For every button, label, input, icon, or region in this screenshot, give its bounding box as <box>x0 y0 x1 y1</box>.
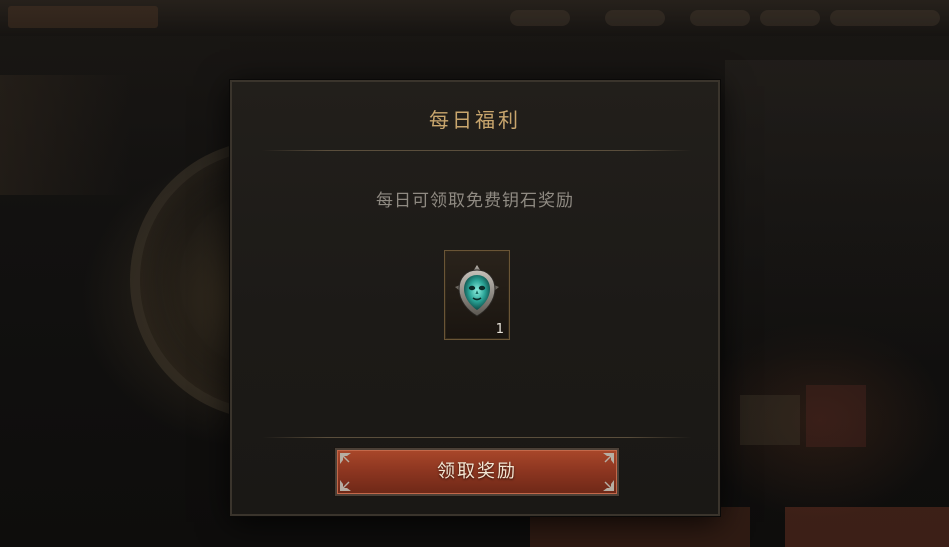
background-resource <box>760 10 820 26</box>
background-top-left-panel <box>8 6 158 28</box>
background-button <box>785 507 949 547</box>
background-right-panel <box>725 60 949 360</box>
background-resource <box>830 10 940 26</box>
background-resource <box>605 10 665 26</box>
game-screen: 每日福利 每日可领取免费钥石奖励 1 领取奖励 <box>0 0 949 547</box>
keystone-mask-icon <box>455 265 499 317</box>
title-divider <box>262 150 692 151</box>
footer-divider <box>262 437 692 438</box>
background-button <box>806 385 866 447</box>
background-left-panel <box>0 75 130 195</box>
dialog-description: 每日可领取免费钥石奖励 <box>376 191 574 211</box>
background-resource <box>690 10 750 26</box>
reward-item-slot[interactable]: 1 <box>444 250 510 340</box>
background-button <box>740 395 800 445</box>
claim-reward-button[interactable]: 领取奖励 <box>335 448 619 496</box>
background-resource <box>510 10 570 26</box>
claim-button-label: 领取奖励 <box>437 461 517 482</box>
daily-reward-dialog: 每日福利 每日可领取免费钥石奖励 1 领取奖励 <box>230 80 720 516</box>
reward-count: 1 <box>495 322 504 337</box>
dialog-title: 每日福利 <box>429 108 521 132</box>
